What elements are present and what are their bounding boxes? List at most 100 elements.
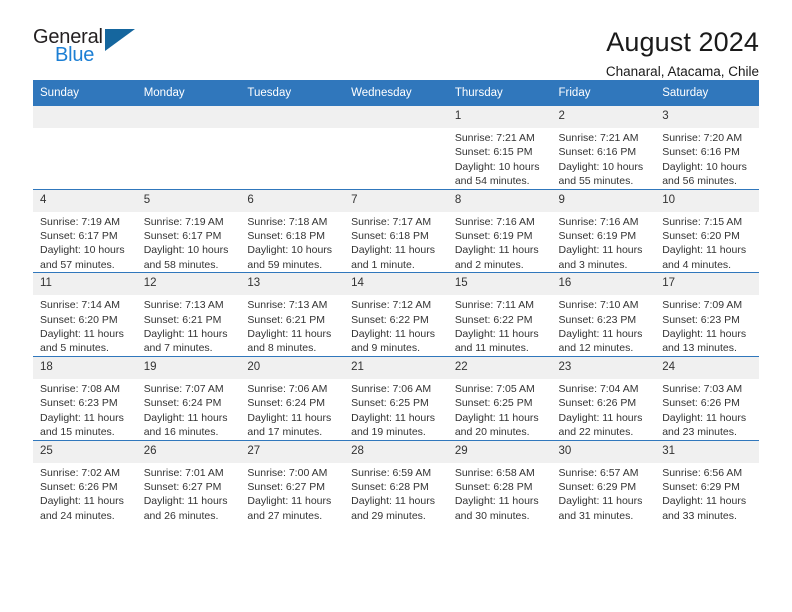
- sunset-text: Sunset: 6:27 PM: [247, 480, 326, 493]
- calendar-day-cell[interactable]: 15 Sunrise: 7:11 AM Sunset: 6:22 PM Dayligh…: [447, 272, 552, 357]
- sunset-text: Sunset: 6:18 PM: [351, 230, 429, 243]
- calendar-day-cell[interactable]: 21 Sunrise: 7:06 AM Sunset: 6:25 PM Dayligh…: [344, 355, 448, 440]
- calendar-day-cell[interactable]: 31 Sunrise: 6:56 AM Sunset: 6:29 PM Dayligh…: [655, 439, 759, 524]
- day-number: 9: [551, 189, 656, 212]
- calendar-day-cell[interactable]: 23 Sunrise: 7:04 AM Sunset: 6:26 PM Dayligh…: [551, 355, 656, 440]
- calendar-day-cell[interactable]: 1 Sunrise: 7:21 AM Sunset: 6:15 PM Daylight…: [447, 106, 552, 190]
- day-details: Sunrise: 7:17 AM Sunset: 6:18 PM Daylight:…: [344, 212, 448, 273]
- day-details: Sunrise: 7:15 AM Sunset: 6:20 PM Daylight:…: [655, 212, 759, 273]
- calendar-day-cell[interactable]: 4 Sunrise: 7:19 AM Sunset: 6:17 PM Daylight…: [33, 188, 137, 273]
- general-blue-logo[interactable]: General Blue: [33, 26, 145, 74]
- sunrise-text: Sunrise: 7:17 AM: [351, 215, 432, 228]
- daylight-text: Daylight: 11 hours and 22 minutes.: [558, 411, 643, 439]
- weekday-header-sunday: Sunday: [33, 80, 137, 106]
- sunset-text: Sunset: 6:27 PM: [143, 480, 222, 493]
- sunrise-text: Sunrise: 7:03 AM: [662, 382, 743, 395]
- daylight-text: Daylight: 11 hours and 7 minutes.: [143, 328, 228, 355]
- calendar-day-cell[interactable]: 22 Sunrise: 7:05 AM Sunset: 6:25 PM Dayligh…: [447, 355, 552, 440]
- sunset-text: Sunset: 6:21 PM: [143, 313, 222, 326]
- calendar-day-cell[interactable]: 17 Sunrise: 7:09 AM Sunset: 6:23 PM Dayligh…: [655, 272, 759, 357]
- day-number: 20: [240, 356, 345, 379]
- calendar-day-cell[interactable]: 10 Sunrise: 7:15 AM Sunset: 6:20 PM Dayligh…: [655, 188, 759, 273]
- calendar-day-cell[interactable]: 24 Sunrise: 7:03 AM Sunset: 6:26 PM Dayligh…: [655, 355, 759, 440]
- daylight-text: Daylight: 11 hours and 19 minutes.: [351, 411, 435, 439]
- day-details: Sunrise: 7:06 AM Sunset: 6:24 PM Daylight:…: [240, 379, 344, 440]
- day-number: 30: [551, 440, 656, 463]
- calendar-day-cell[interactable]: 25 Sunrise: 7:02 AM Sunset: 6:26 PM Dayligh…: [33, 439, 137, 524]
- calendar-day-cell[interactable]: 28 Sunrise: 6:59 AM Sunset: 6:28 PM Dayligh…: [344, 439, 448, 524]
- daylight-text: Daylight: 10 hours and 57 minutes.: [40, 244, 125, 271]
- calendar-day-cell[interactable]: 8 Sunrise: 7:16 AM Sunset: 6:19 PM Daylight…: [447, 188, 552, 273]
- daylight-text: Daylight: 11 hours and 23 minutes.: [662, 411, 747, 439]
- logo-text-blue: Blue: [55, 44, 95, 66]
- sunset-text: Sunset: 6:17 PM: [40, 230, 118, 243]
- weekday-header-wednesday: Wednesday: [344, 80, 448, 106]
- title-block: August 2024 Chanaral, Atacama, Chile: [606, 26, 759, 82]
- day-details: Sunrise: 6:58 AM Sunset: 6:28 PM Daylight:…: [448, 463, 552, 524]
- weekday-header-tuesday: Tuesday: [240, 80, 345, 106]
- sunrise-text: Sunrise: 7:19 AM: [40, 215, 120, 228]
- day-details: Sunrise: 7:21 AM Sunset: 6:15 PM Daylight:…: [448, 128, 552, 189]
- calendar-day-cell[interactable]: 16 Sunrise: 7:10 AM Sunset: 6:23 PM Dayligh…: [551, 272, 656, 357]
- calendar-day-cell[interactable]: 14 Sunrise: 7:12 AM Sunset: 6:22 PM Dayligh…: [344, 272, 448, 357]
- day-number: 27: [240, 440, 345, 463]
- daylight-text: Daylight: 11 hours and 29 minutes.: [351, 495, 435, 522]
- calendar-day-cell[interactable]: 27 Sunrise: 7:00 AM Sunset: 6:27 PM Dayligh…: [240, 439, 345, 524]
- day-number: 23: [551, 356, 656, 379]
- calendar-day-cell[interactable]: 6 Sunrise: 7:18 AM Sunset: 6:18 PM Daylight…: [240, 188, 345, 273]
- sunrise-text: Sunrise: 7:04 AM: [558, 382, 639, 395]
- daylight-text: Daylight: 10 hours and 55 minutes.: [558, 160, 644, 188]
- calendar-day-cell[interactable]: 30 Sunrise: 6:57 AM Sunset: 6:29 PM Dayligh…: [551, 439, 656, 524]
- sunrise-text: Sunrise: 7:18 AM: [247, 215, 328, 228]
- sunset-text: Sunset: 6:29 PM: [662, 480, 740, 493]
- calendar-day-cell[interactable]: 9 Sunrise: 7:16 AM Sunset: 6:19 PM Daylight…: [551, 188, 656, 273]
- daylight-text: Daylight: 11 hours and 2 minutes.: [454, 244, 539, 271]
- calendar-week-row: 1 Sunrise: 7:21 AM Sunset: 6:15 PM Daylight…: [33, 106, 759, 190]
- day-details: Sunrise: 7:07 AM Sunset: 6:24 PM Daylight:…: [137, 379, 241, 440]
- day-details: Sunrise: 7:06 AM Sunset: 6:25 PM Daylight:…: [344, 379, 448, 440]
- sunrise-text: Sunrise: 7:21 AM: [454, 132, 535, 144]
- daylight-text: Daylight: 11 hours and 9 minutes.: [351, 328, 435, 355]
- calendar-day-cell[interactable]: 3 Sunrise: 7:20 AM Sunset: 6:16 PM Daylight…: [655, 106, 759, 190]
- daylight-text: Daylight: 10 hours and 59 minutes.: [247, 244, 333, 271]
- day-details: Sunrise: 7:16 AM Sunset: 6:19 PM Daylight:…: [552, 212, 656, 273]
- day-number: 24: [655, 356, 759, 379]
- day-details: Sunrise: 7:11 AM Sunset: 6:22 PM Daylight:…: [448, 295, 552, 356]
- daylight-text: Daylight: 11 hours and 5 minutes.: [40, 328, 124, 355]
- calendar-day-cell[interactable]: 20 Sunrise: 7:06 AM Sunset: 6:24 PM Dayligh…: [240, 355, 345, 440]
- sunrise-text: Sunrise: 7:06 AM: [247, 382, 328, 395]
- day-number: [136, 106, 241, 128]
- daylight-text: Daylight: 11 hours and 3 minutes.: [558, 244, 643, 271]
- calendar-day-cell[interactable]: 13 Sunrise: 7:13 AM Sunset: 6:21 PM Dayligh…: [240, 272, 345, 357]
- calendar-day-cell[interactable]: 29 Sunrise: 6:58 AM Sunset: 6:28 PM Dayligh…: [447, 439, 552, 524]
- daylight-text: Daylight: 11 hours and 20 minutes.: [454, 411, 539, 439]
- sunset-text: Sunset: 6:18 PM: [247, 230, 326, 243]
- sunrise-text: Sunrise: 7:19 AM: [143, 215, 224, 228]
- calendar-day-cell[interactable]: 18 Sunrise: 7:08 AM Sunset: 6:23 PM Dayligh…: [33, 355, 137, 440]
- sunset-text: Sunset: 6:28 PM: [351, 480, 429, 493]
- calendar-day-cell[interactable]: 2 Sunrise: 7:21 AM Sunset: 6:16 PM Daylight…: [551, 106, 656, 190]
- calendar-day-cell[interactable]: 19 Sunrise: 7:07 AM Sunset: 6:24 PM Dayligh…: [136, 355, 241, 440]
- sunset-text: Sunset: 6:15 PM: [454, 146, 533, 159]
- sunset-text: Sunset: 6:22 PM: [351, 313, 429, 326]
- calendar-day-cell[interactable]: 12 Sunrise: 7:13 AM Sunset: 6:21 PM Dayligh…: [136, 272, 241, 357]
- daylight-text: Daylight: 11 hours and 33 minutes.: [662, 495, 747, 522]
- sunrise-text: Sunrise: 7:15 AM: [662, 215, 743, 228]
- day-details: Sunrise: 7:10 AM Sunset: 6:23 PM Daylight:…: [552, 295, 656, 356]
- daylight-text: Daylight: 11 hours and 8 minutes.: [247, 328, 332, 355]
- day-details: Sunrise: 6:57 AM Sunset: 6:29 PM Daylight:…: [552, 463, 656, 524]
- calendar-day-cell[interactable]: 11 Sunrise: 7:14 AM Sunset: 6:20 PM Dayligh…: [33, 272, 137, 357]
- sunset-text: Sunset: 6:26 PM: [558, 397, 637, 410]
- calendar-day-cell[interactable]: 26 Sunrise: 7:01 AM Sunset: 6:27 PM Dayligh…: [136, 439, 241, 524]
- daylight-text: Daylight: 11 hours and 13 minutes.: [662, 328, 747, 355]
- daylight-text: Daylight: 10 hours and 58 minutes.: [143, 244, 229, 271]
- sunrise-text: Sunrise: 6:57 AM: [558, 466, 639, 479]
- calendar-page: General Blue August 2024 Chanaral, Ataca…: [0, 0, 792, 612]
- day-number: 18: [33, 356, 137, 379]
- sunset-text: Sunset: 6:23 PM: [40, 397, 118, 410]
- daylight-text: Daylight: 11 hours and 1 minute.: [351, 244, 435, 271]
- calendar-day-cell[interactable]: 7 Sunrise: 7:17 AM Sunset: 6:18 PM Daylight…: [344, 188, 448, 273]
- calendar-day-cell[interactable]: 5 Sunrise: 7:19 AM Sunset: 6:17 PM Daylight…: [136, 188, 241, 273]
- day-number: 5: [136, 189, 241, 212]
- calendar-cell-empty: [344, 106, 448, 190]
